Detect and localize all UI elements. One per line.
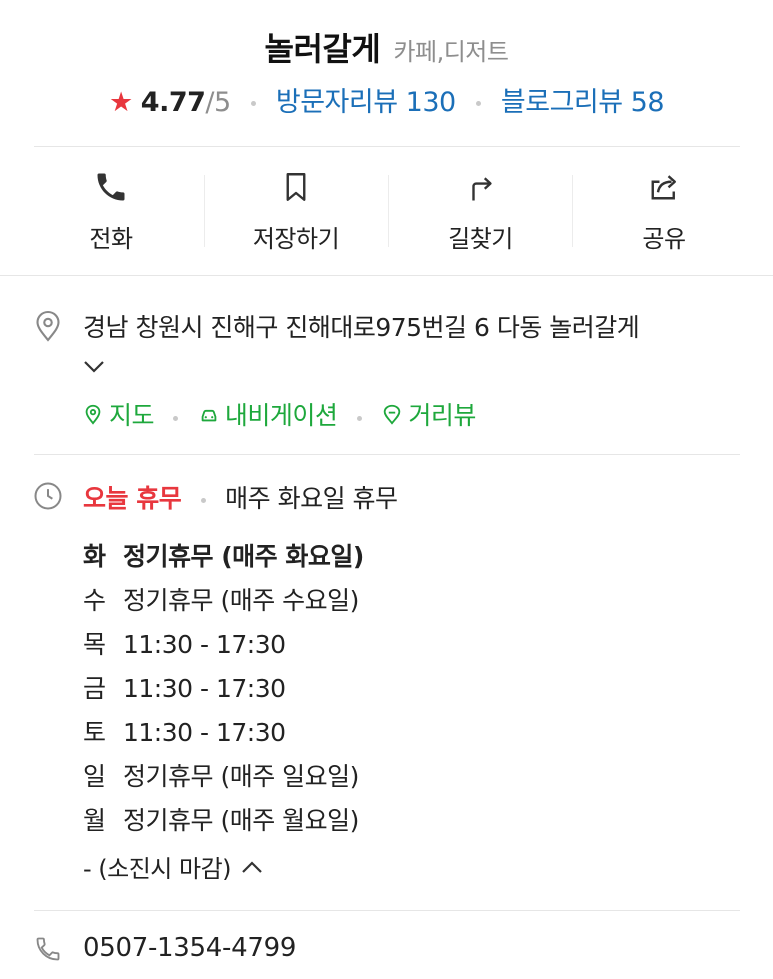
hours-value: 11:30 - 17:30 [123,630,286,659]
map-link[interactable]: 지도 [82,396,155,432]
hours-list: 화 정기휴무 (매주 화요일) 수 정기휴무 (매주 수요일) 목 11:30 - 1… [83,537,364,845]
hours-day: 수 [83,586,106,615]
hours-value: 정기휴무 (매주 일요일) [123,762,359,791]
title-row: 놀러갈게 카페,디저트 [0,24,773,70]
hours-note: 매주 화요일 휴무 [225,484,398,513]
hours-day: 목 [83,630,106,659]
separator-dot [200,497,206,503]
share-label: 공유 [642,225,686,253]
hours-summary[interactable]: 오늘 휴무 매주 화요일 휴무 [83,479,398,515]
call-label: 전화 [89,225,133,253]
visitor-reviews-link[interactable]: 방문자리뷰 130 [276,87,456,118]
hours-row: 일 정기휴무 (매주 일요일) [83,757,364,801]
directions-label: 길찾기 [448,225,513,253]
separator-dot [173,415,179,421]
hours-status: 오늘 휴무 [83,484,182,513]
street-view-link-label: 거리뷰 [408,401,476,430]
address-links: 지도 내비게이션 거리뷰 [82,396,476,432]
clock-icon [34,482,62,510]
hours-footnote: - (소진시 마감) [83,855,232,883]
hours-day: 일 [83,762,106,791]
directions-button[interactable]: 길찾기 [389,147,572,275]
separator-dot [250,101,256,106]
hours-day: 화 [83,542,106,571]
place-header: 놀러갈게 카페,디저트 ★ 4.77/5 방문자리뷰 130 블로그리뷰 58 [0,0,773,146]
hours-row: 수 정기휴무 (매주 수요일) [83,581,364,625]
hours-row: 월 정기휴무 (매주 월요일) [83,801,364,845]
hours-row: 금 11:30 - 17:30 [83,669,364,713]
car-icon [201,409,217,422]
directions-icon [471,177,492,201]
navigation-link[interactable]: 내비게이션 [198,396,338,432]
action-bar: 전화 저장하기 길찾기 공유 [0,147,773,275]
hours-day: 월 [83,806,106,835]
separator-dot [356,415,362,421]
street-view-icon [384,404,401,425]
hours-value: 정기휴무 (매주 수요일) [123,586,359,615]
street-view-link[interactable]: 거리뷰 [381,396,476,432]
hours-day: 토 [83,718,106,747]
call-button[interactable]: 전화 [18,147,204,275]
rating-score: 4.77 [140,87,206,118]
star-icon: ★ [108,87,133,118]
place-name: 놀러갈게 [264,30,381,68]
place-category: 카페,디저트 [393,38,509,66]
chevron-down-icon[interactable] [82,358,106,376]
map-pin-icon [85,404,101,425]
rating-max: /5 [205,87,231,118]
share-icon [651,175,676,200]
save-label: 저장하기 [252,225,340,253]
hours-value: 11:30 - 17:30 [123,674,286,703]
hours-row: 토 11:30 - 17:30 [83,713,364,757]
hours-value: 정기휴무 (매주 월요일) [123,806,359,835]
navigation-link-label: 내비게이션 [224,401,338,430]
hours-value: 11:30 - 17:30 [123,718,286,747]
chevron-up-icon[interactable] [241,859,263,875]
bookmark-icon [286,173,306,201]
save-button[interactable]: 저장하기 [205,147,387,275]
address-text: 경남 창원시 진해구 진해대로975번길 6 다동 놀러갈게 [83,313,640,342]
rating-row: ★ 4.77/5 방문자리뷰 130 블로그리뷰 58 [0,80,773,119]
hours-section: 오늘 휴무 매주 화요일 휴무 화 정기휴무 (매주 화요일) 수 정기휴무 (매주… [0,455,773,910]
phone-icon [36,937,60,961]
hours-day: 금 [83,674,106,703]
hours-footnote-row[interactable]: - (소진시 마감) [83,849,263,884]
address-section: 경남 창원시 진해구 진해대로975번길 6 다동 놀러갈게 지도 내비게이션 [0,276,773,454]
map-link-label: 지도 [109,401,155,430]
hours-value: 정기휴무 (매주 화요일) [123,542,364,571]
blog-reviews-link[interactable]: 블로그리뷰 58 [501,87,665,118]
hours-row: 목 11:30 - 17:30 [83,625,364,669]
location-pin-icon [36,310,60,342]
phone-number[interactable]: 0507-1354-4799 [83,933,296,963]
separator-dot [475,101,481,106]
share-button[interactable]: 공유 [573,147,755,275]
phone-section: 0507-1354-4799 [0,911,773,979]
hours-row: 화 정기휴무 (매주 화요일) [83,537,364,581]
phone-icon [97,173,125,201]
